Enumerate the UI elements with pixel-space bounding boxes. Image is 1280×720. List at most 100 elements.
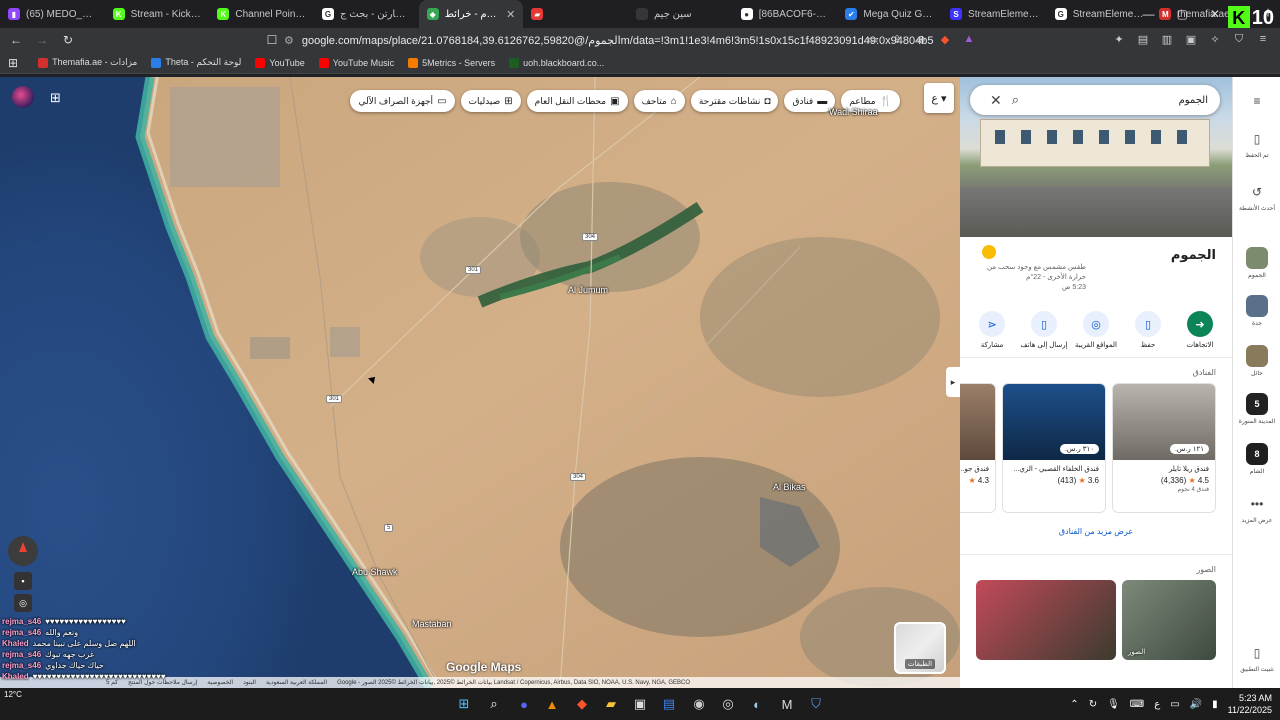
place-photo[interactable] <box>976 580 1116 660</box>
store-icon[interactable]: ▣ <box>630 694 650 714</box>
rail-item[interactable]: ••• عرض المزيد <box>1233 494 1280 524</box>
bookmark-item[interactable]: 5Metrics - Servers <box>408 57 495 68</box>
rail-item[interactable]: 5 المدينة المنورة <box>1233 393 1280 425</box>
network-icon[interactable]: ▭ <box>1170 699 1179 710</box>
rail-item[interactable]: ↺ أحدث الأنشطة <box>1233 182 1280 212</box>
browser-tab[interactable]: ▰ <box>523 0 628 28</box>
chip-transit[interactable]: ▣ محطات النقل العام <box>526 90 628 112</box>
chip-atm[interactable]: ▭ أجهزة الصراف الآلي <box>350 90 455 112</box>
taskbar-weather[interactable]: 12°C <box>4 690 22 699</box>
street-view-icon[interactable]: ▪ <box>14 572 32 590</box>
browser-tab[interactable]: سين جيم <box>628 0 733 28</box>
shield-app-icon[interactable]: ⛉ <box>806 694 826 714</box>
browser-tab[interactable]: G StreamElements SE <box>1047 0 1152 28</box>
tray-refresh-icon[interactable]: ↻ <box>1089 699 1097 710</box>
satellite-map[interactable]: ⊞ ع ▾ 🍴 مطاعم ▬ فنادق ◘ نشاطات مقترحة ⌂ متاحف ▣ م… <box>0 77 960 688</box>
brave-icon[interactable]: ◆ <box>572 694 592 714</box>
action-directions[interactable]: ➜ الاتجاهات <box>1176 311 1224 349</box>
site-info-icon[interactable]: ⚙ <box>284 34 294 47</box>
chip-hotel[interactable]: ▬ فنادق <box>784 90 836 112</box>
chip-museum[interactable]: ⌂ متاحف <box>633 90 685 112</box>
browser-tab[interactable]: G سانت مارتن - بحث ج <box>314 0 419 28</box>
hotel-card[interactable]: فندق جو... 4.3 ★ <box>960 383 996 513</box>
search-input[interactable]: الجموم <box>1029 95 1208 106</box>
keyboard-icon[interactable]: ⌨ <box>1130 699 1144 710</box>
sidebar-icon[interactable]: ▥ <box>1158 30 1176 48</box>
action-phone[interactable]: ▯ إرسال إلى هاتف <box>1020 311 1068 349</box>
vlc-icon[interactable]: ▲ <box>542 694 562 714</box>
more-hotels-link[interactable]: عرض مزيد من الفنادق <box>960 513 1232 555</box>
volume-icon[interactable]: 🔊 <box>1190 699 1202 710</box>
rail-item[interactable]: جدة <box>1233 295 1280 327</box>
discord-icon[interactable]: ● <box>514 694 534 714</box>
chrome-icon[interactable]: ◎ <box>718 694 738 714</box>
leo-ai-icon[interactable]: ✧ <box>1206 30 1224 48</box>
layers-button[interactable]: الطبقات <box>894 622 946 674</box>
chip-scroll-icon[interactable]: ع ▾ <box>924 83 954 113</box>
clock[interactable]: 5:23 AM 11/22/2025 <box>1228 692 1272 716</box>
action-bookmark[interactable]: ▯ حفظ <box>1124 311 1172 349</box>
wallet-icon[interactable]: ▣ <box>1182 30 1200 48</box>
mic-icon[interactable]: 🎙 <box>1107 699 1120 710</box>
bookmark-page-icon[interactable]: ☐ <box>262 30 282 50</box>
action-nearby[interactable]: ◎ المواقع القريبة <box>1072 311 1120 349</box>
browser-tab[interactable]: K Stream - Kick Da <box>105 0 210 28</box>
bookmark-item[interactable]: YouTube Music <box>318 57 394 68</box>
brave-shield-icon[interactable]: ◆ <box>936 30 954 48</box>
start-icon[interactable]: ⊞ <box>454 694 474 714</box>
hamburger-menu-icon[interactable]: ≡ <box>1233 91 1280 111</box>
rail-item[interactable]: ▯ تم الحفظ <box>1233 129 1280 159</box>
back-icon[interactable]: ← <box>6 30 26 50</box>
browser-tab[interactable]: ▮ (65) MEDO_DV - Tw <box>0 0 105 28</box>
extensions-icon[interactable]: ✦ <box>1110 30 1128 48</box>
search-icon[interactable]: ⌕ <box>1012 92 1019 108</box>
reload-icon[interactable]: ↻ <box>58 30 78 50</box>
close-window-icon[interactable]: ✕ <box>1210 7 1220 21</box>
browser-tab[interactable]: K Channel Points - Ki <box>209 0 314 28</box>
close-tab-icon[interactable]: ✕ <box>506 8 515 21</box>
rail-item[interactable]: الجموم <box>1233 247 1280 279</box>
attribution-link[interactable]: البنود <box>243 679 256 686</box>
screen-cast-icon[interactable]: ▭ <box>864 30 882 48</box>
tab-search-icon[interactable]: ▤ <box>1134 30 1152 48</box>
my-location-icon[interactable]: ◎ <box>14 594 32 612</box>
menu-icon[interactable]: ≡ <box>1254 30 1272 48</box>
github-desktop-icon[interactable]: ◉ <box>689 694 709 714</box>
vpn-icon[interactable]: ⛉ <box>1230 30 1248 48</box>
browser-tab[interactable]: ✔ Mega Quiz Gaming <box>837 0 942 28</box>
hotel-card[interactable]: ١٢١ ر.س. فندق ريلا تايلر 4.5 ★ (4,336) فندق… <box>1112 383 1216 513</box>
browser-tab[interactable]: ● [86BACOF6-F697-4... <box>733 0 838 28</box>
rail-item[interactable]: 8 الشام <box>1233 443 1280 475</box>
app-m-icon[interactable]: M <box>777 694 797 714</box>
search-box[interactable]: الجموم ⌕ ✕ <box>970 85 1220 115</box>
user-avatar[interactable] <box>12 86 34 108</box>
browser-tab[interactable]: ◆ الجموم - خرائط ✕ <box>418 0 524 28</box>
language-indicator[interactable]: ع <box>1154 699 1160 710</box>
bookmark-item[interactable]: Theta - لوحة التحكم <box>151 57 241 68</box>
rail-item[interactable]: ▯ تثبيت التطبيق <box>1233 643 1280 673</box>
hotel-card[interactable]: ٣١٠ ر.س. فندق الخلفاء القصبي - الزي... 3.6… <box>1002 383 1106 513</box>
chip-pharmacy[interactable]: ⊞ صيدليات <box>460 90 521 112</box>
collapse-panel-icon[interactable]: ▸ <box>946 367 960 397</box>
minimize-icon[interactable]: — <box>1143 7 1155 21</box>
forward-icon[interactable]: → <box>32 30 52 50</box>
maximize-icon[interactable]: ▢ <box>1177 7 1188 21</box>
browser-tab[interactable]: S StreamElements - C <box>942 0 1047 28</box>
apps-grid-icon[interactable]: ⊞ <box>8 56 18 70</box>
address-bar[interactable]: ⚙ google.com/maps/place/الجموم/@21.07681… <box>284 31 934 49</box>
brave-rewards-icon[interactable]: ▲ <box>960 30 978 48</box>
file-explorer-icon[interactable]: ▰ <box>601 694 621 714</box>
bookmark-item[interactable]: YouTube <box>255 57 305 68</box>
google-apps-icon[interactable]: ⊞ <box>50 90 61 106</box>
compass-icon[interactable] <box>8 536 38 566</box>
steam-icon[interactable]: ◐ <box>747 694 767 714</box>
action-share[interactable]: ⋖ مشاركة <box>968 311 1016 349</box>
app-icon[interactable]: ▤ <box>659 694 679 714</box>
bookmark-item[interactable]: Themafia.ae - مزادات <box>38 57 137 68</box>
place-photo[interactable]: الصور <box>1122 580 1216 660</box>
share-page-icon[interactable]: ⇪ <box>888 30 906 48</box>
battery-icon[interactable]: ▮ <box>1212 699 1218 710</box>
chip-camera[interactable]: ◘ نشاطات مقترحة <box>690 90 779 112</box>
close-icon[interactable]: ✕ <box>990 92 1002 109</box>
tray-overflow-icon[interactable]: ⌃ <box>1070 699 1078 710</box>
